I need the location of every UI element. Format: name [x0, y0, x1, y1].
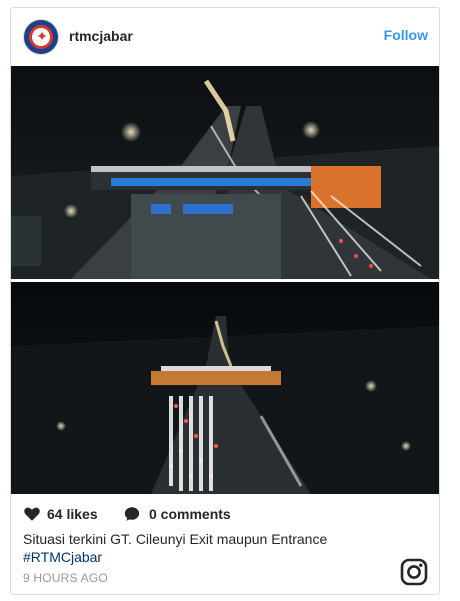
post-header: ✦ rtmcjabar Follow — [11, 8, 439, 66]
toll-gate-night-aerial-image — [11, 66, 439, 494]
post-timestamp[interactable]: 9 HOURS AGO — [23, 571, 108, 585]
post-caption: Situasi terkini GT. Cileunyi Exit maupun… — [23, 531, 328, 547]
avatar[interactable]: ✦ — [23, 19, 59, 55]
likes-count[interactable]: 64 likes — [47, 506, 98, 522]
hashtag-link[interactable]: #RTMCjabar — [23, 548, 102, 566]
follow-button[interactable]: Follow — [384, 27, 428, 43]
post-photo[interactable] — [11, 66, 439, 494]
username[interactable]: rtmcjabar — [69, 28, 133, 44]
post-actions: 64 likes 0 comments — [23, 504, 423, 526]
rtmc-logo-icon: ✦ — [36, 28, 48, 44]
instagram-icon[interactable] — [400, 558, 428, 586]
comments-count[interactable]: 0 comments — [149, 506, 231, 522]
instagram-embed-card: ✦ rtmcjabar Follow 64 likes 0 comments S… — [10, 7, 440, 595]
comment-icon[interactable] — [123, 505, 141, 523]
heart-icon[interactable] — [23, 505, 41, 523]
